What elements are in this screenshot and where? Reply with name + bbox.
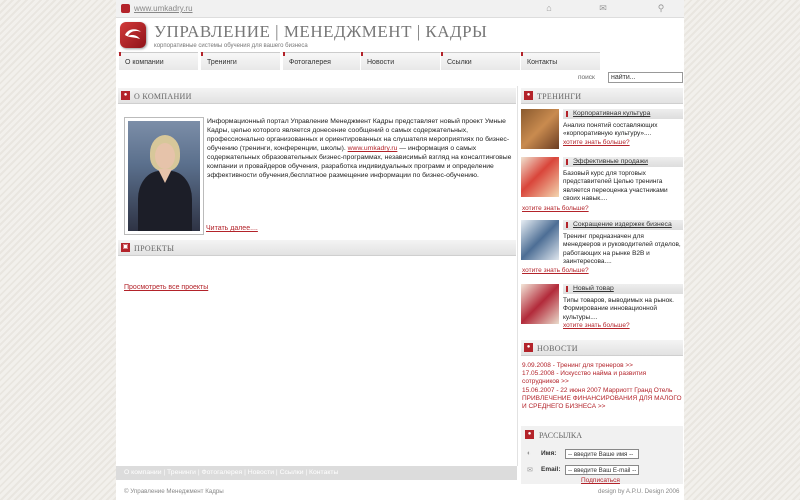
about-photo <box>124 117 204 235</box>
email-input[interactable] <box>565 465 639 475</box>
logo-icon[interactable] <box>120 22 146 48</box>
site-subtitle: корпоративные системы обучения для вашег… <box>154 43 308 49</box>
news-item[interactable]: 9.09.2008 - Тренинг для тренеров >> <box>522 362 633 369</box>
mailing-icon: ● <box>525 430 534 439</box>
training-desc-text: Типы товаров, выводимых на рынок. Формир… <box>563 297 674 321</box>
email-label: Email: <box>541 466 561 473</box>
trainings-heading-bar: ● ТРЕНИНГИ <box>521 88 683 104</box>
news-heading-bar: ● НОВОСТИ <box>521 340 683 356</box>
nav-item-trainings[interactable]: Тренинги <box>200 52 280 70</box>
training-title: Сокращение издержек бизнеса <box>573 221 672 228</box>
mini-logo-icon <box>121 4 130 13</box>
mailing-heading: РАССЫЛКА <box>539 431 582 440</box>
training-title-link[interactable]: Сокращение издержек бизнеса <box>563 220 683 230</box>
header: УПРАВЛЕНИЕ | МЕНЕДЖМЕНТ | КАДРЫ корпорат… <box>116 18 684 52</box>
nav-label: Ссылки <box>447 59 472 66</box>
mail-icon: ✉ <box>527 467 533 474</box>
nav-label: О компании <box>125 59 164 66</box>
about-site-link[interactable]: www.umkadry.ru <box>348 145 398 152</box>
training-desc: Тренинг предназначен для менеджеров и ру… <box>563 233 683 266</box>
section-icon: ● <box>524 343 533 352</box>
nav-item-contacts[interactable]: Контакты <box>520 52 600 70</box>
training-title-link[interactable]: Новый товар <box>563 284 683 294</box>
name-input[interactable] <box>565 449 639 459</box>
about-heading: О КОМПАНИИ <box>134 92 192 101</box>
about-heading-bar: ● О КОМПАНИИ <box>118 88 516 104</box>
site-url-link[interactable]: www.umkadry.ru <box>134 4 193 13</box>
footer-nav[interactable]: О компании | Тренинги | Фотогалерея | Но… <box>116 466 517 480</box>
projects-heading: ПРОЕКТЫ <box>134 244 175 253</box>
site-title: УПРАВЛЕНИЕ | МЕНЕДЖМЕНТ | КАДРЫ <box>154 22 488 41</box>
training-title: Новый товар <box>573 285 614 292</box>
view-all-projects-link[interactable]: Просмотреть все проекты <box>124 284 208 291</box>
training-desc: Базовый курс для торговых представителей… <box>563 170 683 203</box>
search-input[interactable] <box>608 72 683 83</box>
nav-item-links[interactable]: Ссылки <box>440 52 520 70</box>
news-item[interactable]: 17.05.2008 - Искусство найма и развития … <box>522 370 646 385</box>
training-desc: Анализ понятий составляющих «корпоративн… <box>563 122 683 147</box>
section-icon: ● <box>121 91 130 100</box>
training-more-link[interactable]: хотите знать больше? <box>563 139 630 146</box>
envelope-icon[interactable]: ✉ <box>598 3 608 13</box>
training-thumbnail[interactable] <box>521 284 559 324</box>
training-more-link[interactable]: хотите знать больше? <box>522 205 589 212</box>
subscribe-link[interactable]: Подписаться <box>581 477 620 484</box>
nav-item-gallery[interactable]: Фотогалерея <box>282 52 362 70</box>
nav-label: Фотогалерея <box>289 59 331 66</box>
user-icon: ◐ <box>527 450 532 457</box>
training-desc: Типы товаров, выводимых на рынок. Формир… <box>563 297 683 330</box>
training-thumbnail[interactable] <box>521 220 559 260</box>
nav-item-news[interactable]: Новости <box>360 52 440 70</box>
training-title: Корпоративная культура <box>573 110 651 117</box>
nav-label: Контакты <box>527 59 558 66</box>
mailing-box: ● РАССЫЛКА ◐ Имя: ✉ Email: <box>521 426 683 484</box>
copyright: © Управление Менеджмент Кадры <box>124 488 224 495</box>
nav-label: Тренинги <box>207 59 237 66</box>
main-nav: О компании Тренинги Фотогалерея Новости … <box>116 52 684 70</box>
top-bar: www.umkadry.ru ⌂ ✉ ⚲ <box>116 0 684 18</box>
nav-item-about[interactable]: О компании <box>118 52 198 70</box>
read-more-link[interactable]: Читать далее.... <box>206 225 258 232</box>
training-desc-text: Тренинг предназначен для менеджеров и ру… <box>563 233 681 265</box>
training-more-link[interactable]: хотите знать больше? <box>522 267 589 274</box>
training-item: Сокращение издержек бизнеса Тренинг пред… <box>521 220 683 270</box>
news-item[interactable]: 15.06.2007 - 22 июня 2007 Марриотт Гранд… <box>522 387 682 410</box>
training-title: Эффективные продажи <box>573 158 648 165</box>
design-credit: design by A.P.U. Design 2006 <box>598 488 680 495</box>
trainings-heading: ТРЕНИНГИ <box>537 92 582 101</box>
search-label: поиск <box>578 74 595 81</box>
home-icon[interactable]: ⌂ <box>544 3 554 13</box>
page: www.umkadry.ru ⌂ ✉ ⚲ УПРАВЛЕНИЕ | МЕНЕДЖ… <box>116 0 684 500</box>
training-title-link[interactable]: Корпоративная культура <box>563 109 683 119</box>
training-title-link[interactable]: Эффективные продажи <box>563 157 683 167</box>
section-icon: ● <box>524 91 533 100</box>
training-thumbnail[interactable] <box>521 109 559 149</box>
news-list: 9.09.2008 - Тренинг для тренеров >> 17.0… <box>522 362 682 411</box>
training-item: Новый товар Типы товаров, выводимых на р… <box>521 284 683 330</box>
about-text: Информационный портал Управление Менеджм… <box>207 117 512 180</box>
column-divider <box>517 86 518 466</box>
training-desc-text: Анализ понятий составляющих «корпоративн… <box>563 122 658 138</box>
training-more-link[interactable]: хотите знать больше? <box>563 322 630 329</box>
training-desc-text: Базовый курс для торговых представителей… <box>563 170 668 202</box>
training-thumbnail[interactable] <box>521 157 559 197</box>
name-label: Имя: <box>541 450 557 457</box>
section-icon: ▣ <box>121 243 130 252</box>
nav-label: Новости <box>367 59 395 66</box>
news-heading: НОВОСТИ <box>537 344 578 353</box>
sitemap-icon[interactable]: ⚲ <box>656 3 666 13</box>
projects-heading-bar: ▣ ПРОЕКТЫ <box>118 240 516 256</box>
